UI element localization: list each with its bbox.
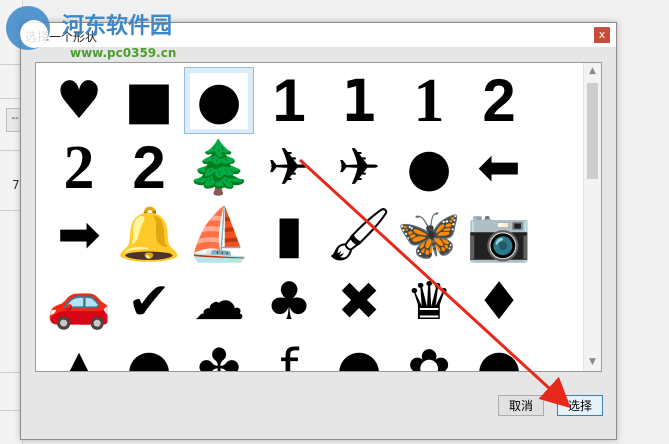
annotation-arrow-icon [298,158,571,409]
